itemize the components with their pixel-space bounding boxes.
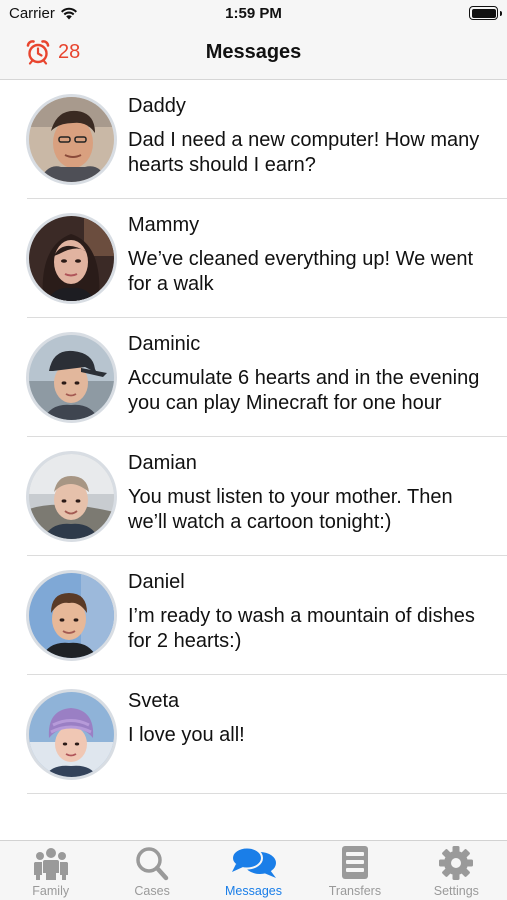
avatar xyxy=(26,94,117,185)
avatar xyxy=(26,689,117,780)
message-preview: We’ve cleaned everything up! We went for… xyxy=(128,248,474,295)
message-sender: Daddy xyxy=(128,95,186,117)
message-sender: Damian xyxy=(128,452,197,474)
tab-label: Family xyxy=(32,884,70,898)
tab-label: Transfers xyxy=(328,884,382,898)
message-row-sveta[interactable]: Sveta I love you all! xyxy=(0,675,507,794)
chat-bubbles-icon xyxy=(230,846,276,878)
message-preview: Dad I need a new computer! How many hear… xyxy=(128,129,480,176)
family-icon xyxy=(33,848,68,880)
status-time: 1:59 PM xyxy=(225,5,282,22)
message-sender: Mammy xyxy=(128,214,200,236)
tab-transfers[interactable]: Transfers xyxy=(304,841,405,900)
message-sender: Daminic xyxy=(128,333,201,355)
message-list: Daddy Dad I need a new computer! How man… xyxy=(0,80,507,794)
message-preview: Accumulate 6 hearts and in the evening y… xyxy=(128,367,480,414)
message-row-damian[interactable]: Damian You must listen to your mother. T… xyxy=(0,437,507,556)
tab-cases[interactable]: Cases xyxy=(101,841,202,900)
message-preview: I love you all! xyxy=(128,724,245,746)
tab-bar: Family Cases Messages Transfers Settings xyxy=(0,840,507,900)
search-icon xyxy=(136,847,169,881)
message-row-daddy[interactable]: Daddy Dad I need a new computer! How man… xyxy=(0,80,507,199)
avatar xyxy=(26,213,117,304)
message-preview: You must listen to your mother. Then we’… xyxy=(128,486,453,533)
tab-messages[interactable]: Messages xyxy=(203,841,304,900)
tab-family[interactable]: Family xyxy=(0,841,101,900)
message-preview: I’m ready to wash a mountain of dishes f… xyxy=(128,605,475,652)
list-icon xyxy=(341,846,368,879)
page-title: Messages xyxy=(205,41,302,63)
tab-label: Messages xyxy=(225,884,282,898)
avatar xyxy=(26,451,117,542)
message-row-mammy[interactable]: Mammy We’ve cleaned everything up! We we… xyxy=(0,199,507,318)
tab-settings[interactable]: Settings xyxy=(406,841,507,900)
tab-label: Cases xyxy=(134,884,170,898)
gear-icon xyxy=(439,846,474,880)
status-bar: Carrier 1:59 PM xyxy=(0,0,507,28)
avatar xyxy=(26,570,117,661)
message-sender: Sveta xyxy=(128,690,180,712)
message-row-daniel[interactable]: Daniel I’m ready to wash a mountain of d… xyxy=(0,556,507,675)
tab-label: Settings xyxy=(433,884,479,898)
message-sender: Daniel xyxy=(128,571,185,593)
navigation-bar: 28 Messages xyxy=(0,28,507,80)
avatar xyxy=(26,332,117,423)
message-row-daminic[interactable]: Daminic Accumulate 6 hearts and in the e… xyxy=(0,318,507,437)
battery-icon xyxy=(469,6,502,20)
